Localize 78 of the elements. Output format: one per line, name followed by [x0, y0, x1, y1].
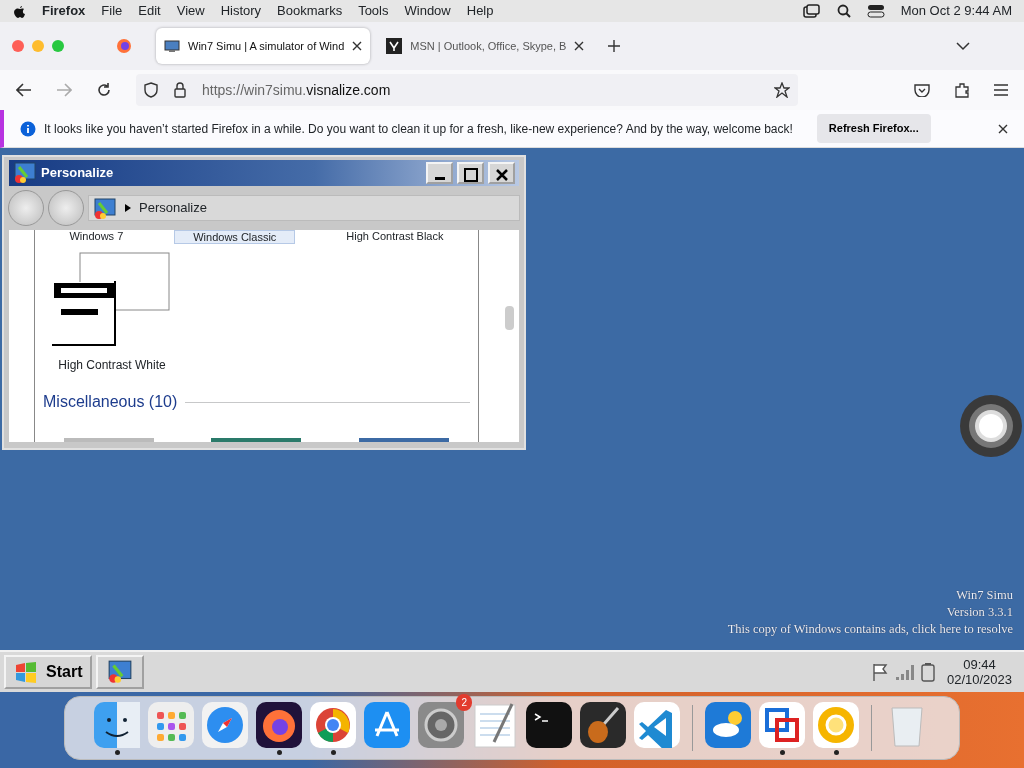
firefox-tab-icon[interactable] — [116, 38, 132, 54]
browser-tab[interactable]: Win7 Simu | A simulator of Wind — [156, 28, 371, 64]
notification-badge: 2 — [456, 693, 472, 711]
personalize-icon — [13, 161, 37, 185]
letter-a-icon[interactable] — [364, 701, 410, 748]
monitor-icon — [164, 39, 180, 53]
browser-tab[interactable]: MSN | Outlook, Office, Skype, B — [378, 28, 593, 64]
notepad-icon[interactable] — [472, 701, 518, 748]
close-button[interactable] — [488, 162, 515, 184]
section-heading: Miscellaneous (10) — [43, 392, 178, 412]
terminal-icon[interactable] — [526, 701, 572, 748]
taskbar-window-button[interactable] — [96, 655, 145, 689]
taskbar-time: 09:44 — [962, 657, 997, 672]
back-icon[interactable] — [16, 83, 32, 97]
cloud-icon[interactable] — [705, 701, 751, 748]
notification-text: It looks like you haven’t started Firefox in a while. Do you want to clean it up for a fresh, like-new experience? And by the way, welcome back! — [44, 120, 793, 138]
address-bar[interactable]: Personalize — [88, 195, 520, 221]
menu-item[interactable]: Window — [404, 1, 451, 21]
lock-icon[interactable] — [174, 82, 186, 98]
close-icon[interactable] — [352, 41, 363, 51]
watermark-text: Win7 Simu — [955, 587, 1013, 604]
close-icon[interactable] — [998, 123, 1008, 134]
maximize-button[interactable] — [457, 162, 484, 184]
reload-icon[interactable] — [96, 82, 112, 98]
menu-item[interactable]: Edit — [138, 1, 161, 21]
apple-icon[interactable] — [12, 3, 26, 19]
menu-item[interactable]: Help — [466, 1, 494, 21]
shield-icon[interactable] — [144, 82, 158, 98]
taskbar-date: 02/10/2023 — [946, 672, 1012, 687]
start-button[interactable]: Start — [4, 655, 93, 689]
puzzle-icon[interactable] — [954, 82, 970, 98]
compass-icon[interactable] — [202, 701, 248, 748]
windows-icon[interactable] — [802, 4, 821, 18]
windows-logo-icon — [14, 661, 38, 683]
menu-clock: Mon Oct 2 9:44 AM — [900, 2, 1012, 21]
menu-item[interactable]: Tools — [358, 1, 389, 21]
letter-icon — [386, 38, 403, 54]
theme-name[interactable]: High Contrast White — [58, 356, 166, 374]
personalize-icon — [93, 197, 117, 219]
close-icon[interactable] — [494, 167, 509, 182]
maximize-icon[interactable] — [463, 167, 478, 182]
menu-item[interactable]: View — [176, 1, 205, 21]
theme-label[interactable]: Windows 7 — [51, 230, 142, 244]
window-title: Personalize — [41, 164, 115, 183]
plus-icon[interactable] — [608, 40, 621, 52]
refresh-button[interactable]: Refresh Firefox... — [816, 114, 931, 143]
search-icon[interactable] — [836, 4, 851, 18]
close-icon[interactable] — [574, 41, 585, 51]
menu-item[interactable]: File — [101, 1, 123, 21]
face-icon[interactable] — [94, 701, 140, 748]
theme-thumbnail[interactable] — [63, 438, 154, 442]
grid-icon[interactable] — [148, 701, 194, 748]
gear-icon[interactable] — [418, 701, 464, 748]
menu-item[interactable]: History — [220, 1, 262, 21]
pocket-icon[interactable] — [914, 83, 930, 97]
menu-icon[interactable] — [994, 84, 1008, 96]
chevron-icon[interactable] — [956, 41, 970, 51]
signal-icon — [894, 663, 917, 681]
toggle-icon[interactable] — [866, 4, 885, 18]
overlapping-squares-icon[interactable] — [759, 701, 805, 748]
minimize-button[interactable] — [426, 162, 453, 184]
theme-label[interactable]: Windows Classic — [174, 230, 296, 244]
guitar-icon[interactable] — [580, 701, 626, 748]
fox-icon[interactable] — [256, 701, 302, 748]
theme-thumbnail[interactable] — [211, 438, 302, 442]
watermark-text: Version 3.3.1 — [945, 604, 1013, 621]
watermark-link[interactable]: This copy of Windows contains ads, click here to resolve — [727, 621, 1013, 638]
menu-item[interactable]: Bookmarks — [277, 1, 343, 21]
star-icon[interactable] — [774, 82, 790, 98]
theme-label[interactable]: High Contrast Black — [328, 230, 462, 244]
theme-thumbnail[interactable] — [359, 438, 450, 442]
app-name[interactable]: Firefox — [42, 1, 86, 21]
breadcrumb-item[interactable]: Personalize — [139, 198, 207, 218]
battery-icon — [920, 662, 935, 682]
code-icon[interactable] — [634, 701, 680, 748]
caret-icon — [125, 204, 131, 212]
ring-icon[interactable] — [310, 701, 356, 748]
info-icon — [20, 120, 36, 137]
